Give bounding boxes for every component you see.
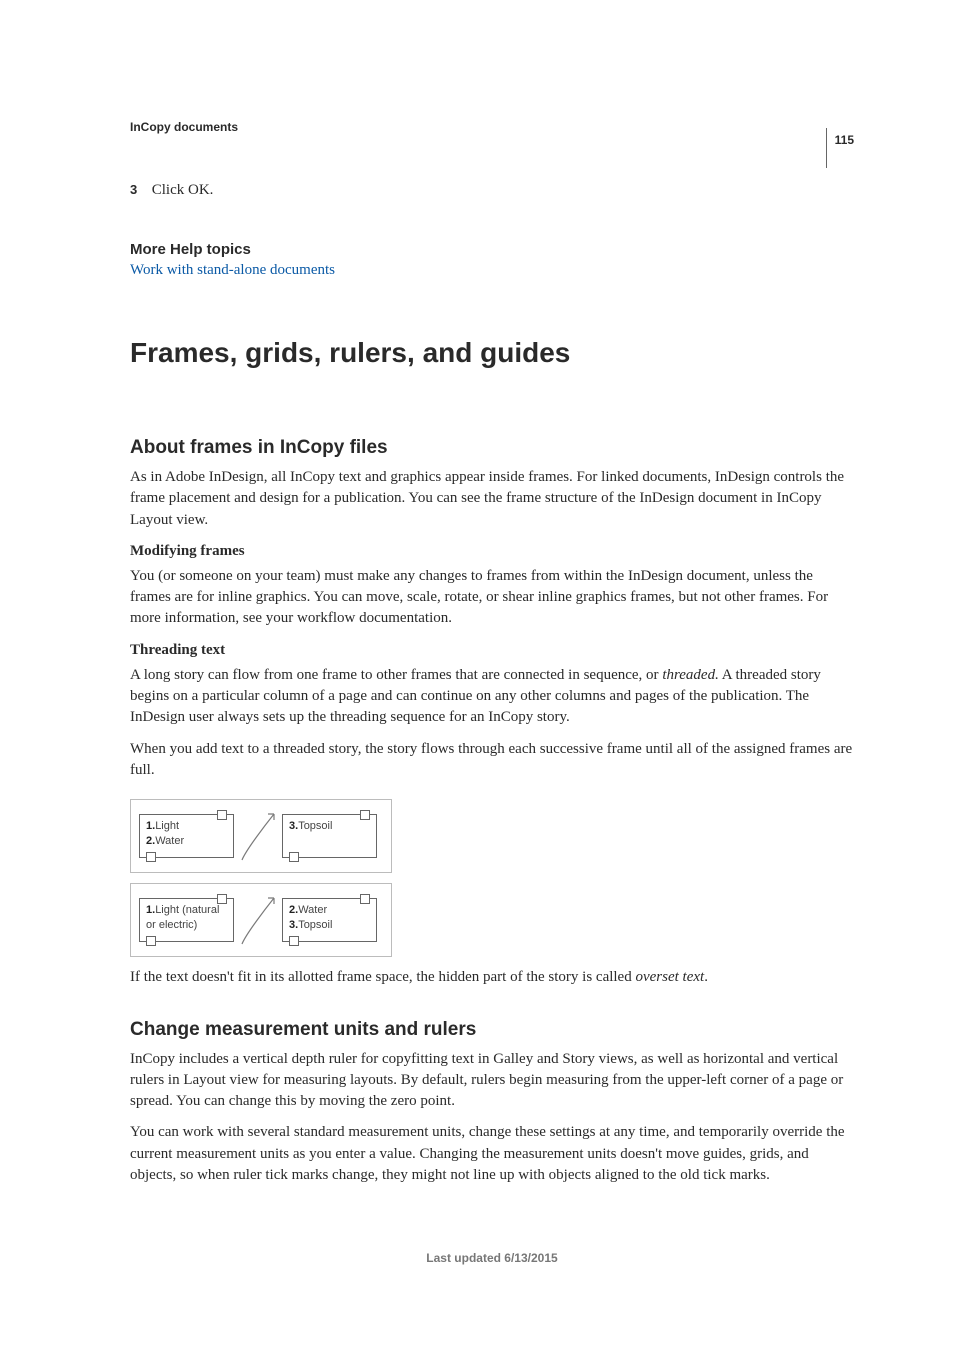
- step-number: 3: [130, 182, 148, 197]
- more-help-heading: More Help topics: [130, 241, 854, 258]
- subhead-modifying-frames: Modifying frames: [130, 543, 854, 560]
- page-title: Frames, grids, rulers, and guides: [130, 337, 854, 369]
- out-port-icon: [289, 852, 299, 862]
- para-modifying-frames: You (or someone on your team) must make …: [130, 566, 854, 630]
- footer-updated: Last updated 6/13/2015: [130, 1251, 854, 1265]
- in-port-icon: [360, 810, 370, 820]
- in-port-icon: [360, 894, 370, 904]
- para-units-2: You can work with several standard measu…: [130, 1122, 854, 1186]
- chapter-title: InCopy documents: [130, 120, 854, 134]
- thread-link-icon: [240, 810, 276, 862]
- thread-link-icon: [240, 894, 276, 946]
- figure-row-2: 1.Light (natural or electric) 2.Water 3.…: [130, 883, 392, 957]
- para-threading-2: When you add text to a threaded story, t…: [130, 739, 854, 782]
- out-port-icon: [289, 936, 299, 946]
- para-about-frames: As in Adobe InDesign, all InCopy text an…: [130, 467, 854, 531]
- in-port-icon: [217, 810, 227, 820]
- step-3: 3 Click OK.: [130, 182, 854, 199]
- figure-threaded-frames: 1.Light 2.Water 3.Topsoil 1.Light (natur…: [130, 799, 392, 957]
- subhead-threading-text: Threading text: [130, 642, 854, 659]
- para-threading-1: A long story can flow from one frame to …: [130, 665, 854, 729]
- page-number: 115: [826, 128, 854, 168]
- figure-row-1: 1.Light 2.Water 3.Topsoil: [130, 799, 392, 873]
- in-port-icon: [217, 894, 227, 904]
- section-measurement-units: Change measurement units and rulers: [130, 1019, 854, 1041]
- help-link-standalone-docs[interactable]: Work with stand-alone documents: [130, 262, 335, 278]
- page: 115 InCopy documents 3 Click OK. More He…: [0, 0, 954, 1350]
- figure-caption: If the text doesn't fit in its allotted …: [130, 967, 854, 988]
- out-port-icon: [146, 852, 156, 862]
- out-port-icon: [146, 936, 156, 946]
- section-about-frames: About frames in InCopy files: [130, 437, 854, 459]
- para-units-1: InCopy includes a vertical depth ruler f…: [130, 1049, 854, 1113]
- text-frame-2b: 2.Water 3.Topsoil: [282, 898, 377, 942]
- step-text: Click OK.: [152, 182, 214, 198]
- text-frame-2a: 1.Light (natural or electric): [139, 898, 234, 942]
- text-frame-1b: 3.Topsoil: [282, 814, 377, 858]
- text-frame-1a: 1.Light 2.Water: [139, 814, 234, 858]
